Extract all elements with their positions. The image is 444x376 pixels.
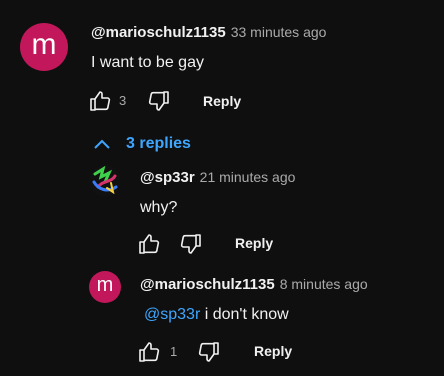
- like-icon[interactable]: [137, 340, 161, 364]
- comment-header: @marioschulz1135 33 minutes ago: [91, 24, 326, 42]
- reply-body: i don't know: [204, 306, 289, 323]
- reply-author[interactable]: @marioschulz1135: [140, 276, 275, 293]
- replies-toggle[interactable]: 3 replies: [92, 135, 191, 153]
- like-icon[interactable]: [88, 89, 112, 113]
- reply-time[interactable]: 21 minutes ago: [200, 169, 296, 185]
- avatar-image: [89, 165, 121, 197]
- reply-author[interactable]: @sp33r: [140, 169, 195, 186]
- reply-header: @sp33r 21 minutes ago: [140, 169, 295, 187]
- reply-button[interactable]: Reply: [203, 93, 241, 109]
- replies-toggle-label: 3 replies: [126, 135, 191, 152]
- like-count: 3: [119, 93, 127, 108]
- dislike-icon[interactable]: [197, 340, 221, 364]
- reply-header: @marioschulz1135 8 minutes ago: [140, 276, 368, 294]
- like-count: 1: [170, 344, 178, 359]
- dislike-icon[interactable]: [179, 232, 203, 256]
- reply-button[interactable]: Reply: [254, 343, 292, 359]
- reply-button[interactable]: Reply: [235, 235, 273, 251]
- comment-author[interactable]: @marioschulz1135: [91, 24, 226, 41]
- reply-time[interactable]: 8 minutes ago: [280, 276, 368, 292]
- mention-link[interactable]: @sp33r: [144, 306, 200, 323]
- reply-text: @sp33r i don't know: [144, 306, 289, 324]
- chevron-up-icon: [92, 137, 112, 151]
- dislike-icon[interactable]: [147, 89, 171, 113]
- avatar[interactable]: m: [20, 23, 68, 71]
- comment-text: I want to be gay: [91, 54, 204, 71]
- avatar[interactable]: m: [89, 271, 121, 303]
- reply-text: why?: [140, 199, 178, 216]
- like-icon[interactable]: [137, 232, 161, 256]
- comment-time[interactable]: 33 minutes ago: [231, 24, 327, 40]
- avatar[interactable]: [89, 165, 121, 197]
